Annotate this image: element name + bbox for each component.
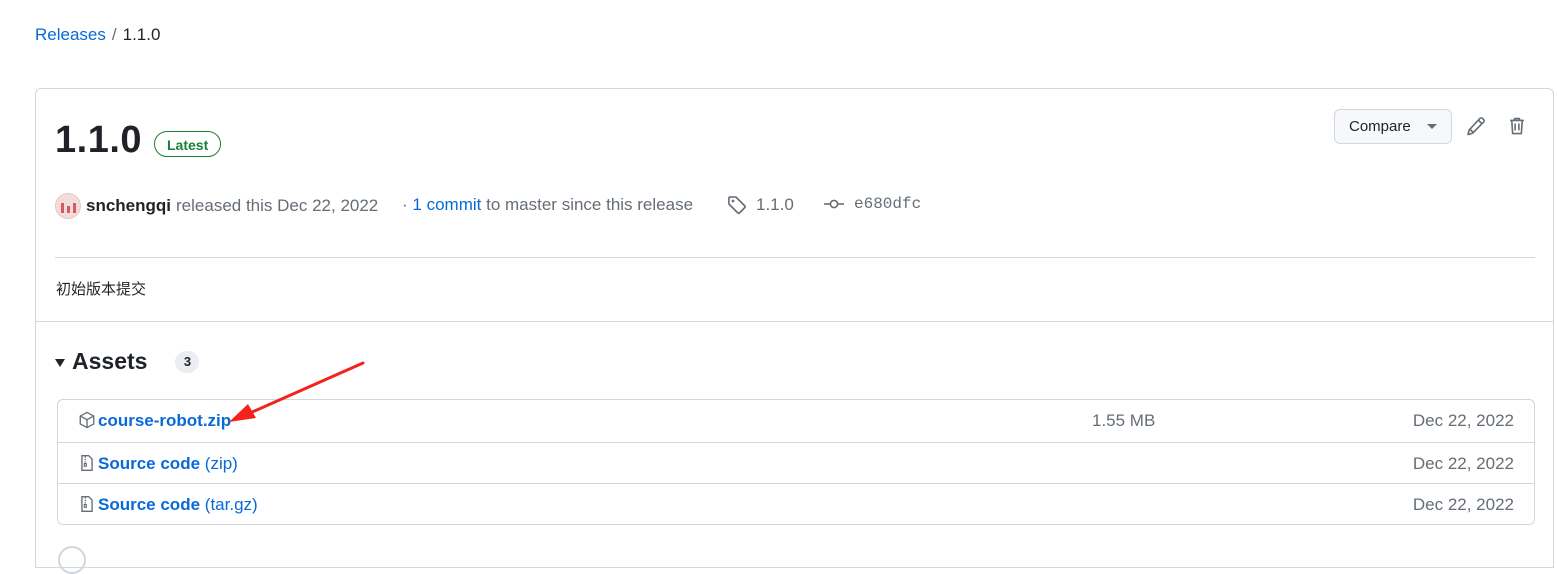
commit-sha: e680dfc xyxy=(854,195,922,213)
asset-row: Source code (zip) Dec 22, 2022 xyxy=(58,442,1534,483)
breadcrumb-separator: / xyxy=(111,25,117,44)
compare-button-label: Compare xyxy=(1349,118,1411,135)
assets-list: course-robot.zip 1.55 MB Dec 22, 2022 So… xyxy=(57,399,1535,525)
asset-row: Source code (tar.gz) Dec 22, 2022 xyxy=(58,483,1534,524)
trash-icon xyxy=(1510,117,1524,135)
breadcrumb: Releases / 1.1.0 xyxy=(35,25,160,45)
breadcrumb-releases-link[interactable]: Releases xyxy=(35,25,106,44)
released-date-text: released this Dec 22, 2022 xyxy=(176,196,379,215)
commits-link[interactable]: 1 commit xyxy=(412,195,481,214)
asset-download-link[interactable]: course-robot.zip xyxy=(98,411,231,431)
asset-date: Dec 22, 2022 xyxy=(1412,495,1514,514)
delete-button[interactable] xyxy=(1506,115,1528,137)
source-code-targz-link[interactable]: Source code (tar.gz) xyxy=(98,495,258,515)
source-code-zip-link[interactable]: Source code (zip) xyxy=(98,454,238,474)
assets-heading: Assets xyxy=(72,348,148,374)
release-title: 1.1.0 xyxy=(55,119,143,161)
avatar[interactable] xyxy=(55,193,81,219)
tag-link[interactable]: 1.1.0 xyxy=(727,195,794,215)
asset-date: Dec 22, 2022 xyxy=(1412,411,1514,430)
commit-dot: · xyxy=(402,195,408,214)
tag-icon xyxy=(728,196,746,215)
package-icon xyxy=(79,411,95,429)
asset-size: 1.55 MB xyxy=(1092,411,1156,430)
git-commit-icon xyxy=(824,199,844,209)
commits-suffix: to master since this release xyxy=(486,195,694,214)
file-zip-icon xyxy=(81,496,93,512)
triangle-down-icon xyxy=(55,358,65,367)
edit-button[interactable] xyxy=(1465,115,1487,137)
release-notes: 初始版本提交 xyxy=(56,281,147,298)
partial-reaction-icon[interactable] xyxy=(58,546,86,574)
divider xyxy=(55,257,1535,258)
pencil-icon xyxy=(1467,117,1485,136)
tag-name: 1.1.0 xyxy=(756,195,794,214)
release-card: 1.1.0 Latest Compare snchengqi released … xyxy=(35,88,1554,568)
breadcrumb-current: 1.1.0 xyxy=(122,25,161,44)
file-zip-icon xyxy=(81,455,93,471)
chevron-down-icon xyxy=(1427,124,1437,129)
latest-badge: Latest xyxy=(154,131,222,157)
assets-count-badge: 3 xyxy=(175,350,200,373)
compare-button[interactable]: Compare xyxy=(1334,109,1452,144)
release-meta: snchengqi released this Dec 22, 2022 xyxy=(55,191,378,221)
commits-since-text: · 1 commit to master since this release xyxy=(402,195,693,215)
assets-toggle[interactable]: Assets 3 xyxy=(55,348,200,375)
commit-sha-link[interactable]: e680dfc xyxy=(823,195,921,213)
author-link[interactable]: snchengqi xyxy=(86,196,171,216)
divider xyxy=(36,321,1553,322)
asset-date: Dec 22, 2022 xyxy=(1412,454,1514,473)
asset-row: course-robot.zip 1.55 MB Dec 22, 2022 xyxy=(58,400,1534,442)
